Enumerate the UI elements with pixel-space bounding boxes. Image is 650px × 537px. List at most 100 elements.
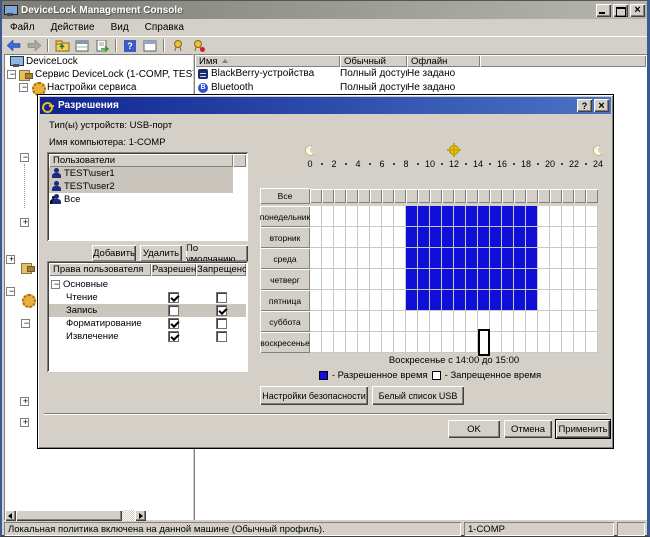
column-select-cell[interactable] (490, 189, 502, 203)
schedule-cell[interactable] (430, 206, 442, 227)
tree-item-devicelock[interactable]: DeviceLock (7, 55, 78, 68)
schedule-cell[interactable] (550, 332, 562, 353)
checkbox-denied[interactable] (216, 292, 227, 303)
collapse-icon[interactable] (51, 280, 60, 289)
schedule-cell[interactable] (442, 206, 454, 227)
schedule-cell[interactable] (550, 290, 562, 311)
schedule-cell[interactable] (358, 269, 370, 290)
schedule-cell[interactable] (418, 311, 430, 332)
column-header-normal[interactable]: Обычный (340, 55, 407, 67)
schedule-cell[interactable] (490, 311, 502, 332)
scroll-left-icon[interactable] (5, 510, 16, 521)
tree-item-service[interactable]: Сервис DeviceLock (1-COMP, TEST\Administ… (7, 68, 193, 81)
schedule-cell[interactable] (382, 332, 394, 353)
schedule-cell[interactable] (394, 269, 406, 290)
schedule-cell[interactable] (406, 248, 418, 269)
scrollbar-thumb[interactable] (16, 510, 122, 521)
schedule-cell[interactable] (550, 248, 562, 269)
schedule-cell[interactable] (370, 332, 382, 353)
tree-expander-icon[interactable] (20, 418, 29, 427)
schedule-cell[interactable] (526, 227, 538, 248)
schedule-cell[interactable] (454, 248, 466, 269)
schedule-cell[interactable] (502, 206, 514, 227)
column-select-cell[interactable] (358, 189, 370, 203)
stamp-icon[interactable] (169, 38, 187, 53)
column-select-cell[interactable] (538, 189, 550, 203)
column-select-cell[interactable] (394, 189, 406, 203)
rights-col-denied[interactable]: Запрещено (196, 263, 246, 276)
dialog-help-button[interactable] (577, 99, 592, 112)
schedule-cell[interactable] (574, 311, 586, 332)
schedule-cell[interactable] (334, 206, 346, 227)
close-button[interactable] (630, 4, 645, 17)
column-select-cell[interactable] (334, 189, 346, 203)
schedule-cell[interactable] (430, 248, 442, 269)
schedule-cell[interactable] (538, 290, 550, 311)
schedule-cell[interactable] (406, 269, 418, 290)
security-settings-button[interactable]: Настройки безопасности (260, 386, 368, 405)
schedule-cell[interactable] (442, 290, 454, 311)
checkbox-denied[interactable] (216, 318, 227, 329)
rights-row-read[interactable]: Чтение (49, 291, 246, 304)
apply-button[interactable]: Применить (556, 420, 610, 438)
rights-col-allowed[interactable]: Разрешено (151, 263, 196, 276)
schedule-cell[interactable] (370, 269, 382, 290)
menu-item-view[interactable]: Вид (103, 20, 137, 35)
schedule-cell[interactable] (502, 311, 514, 332)
schedule-cell[interactable] (562, 248, 574, 269)
day-label-button[interactable]: четверг (260, 269, 310, 290)
schedule-cell[interactable] (346, 269, 358, 290)
schedule-cell[interactable] (538, 332, 550, 353)
device-row[interactable]: BlackBerry-устройства Полный доступ Не з… (195, 67, 480, 80)
schedule-cell[interactable] (382, 248, 394, 269)
schedule-cell[interactable] (466, 248, 478, 269)
user-list-item[interactable]: Все (49, 193, 233, 206)
schedule-cell[interactable] (478, 206, 490, 227)
column-header-offline[interactable]: Офлайн (407, 55, 480, 67)
tree-expander-icon[interactable] (6, 255, 15, 264)
column-select-cell[interactable] (442, 189, 454, 203)
schedule-cell[interactable] (562, 311, 574, 332)
schedule-cell[interactable] (526, 290, 538, 311)
schedule-cell[interactable] (346, 332, 358, 353)
schedule-cell[interactable] (334, 290, 346, 311)
menu-item-file[interactable]: Файл (2, 20, 43, 35)
schedule-cell[interactable] (394, 311, 406, 332)
dialog-titlebar[interactable]: Разрешения (40, 97, 611, 114)
schedule-cell[interactable] (502, 269, 514, 290)
schedule-cell[interactable] (394, 248, 406, 269)
menu-item-help[interactable]: Справка (137, 20, 192, 35)
schedule-cell[interactable] (586, 248, 598, 269)
schedule-cell[interactable] (430, 332, 442, 353)
schedule-cell[interactable] (418, 332, 430, 353)
schedule-cell[interactable] (322, 227, 334, 248)
rights-group-row[interactable]: Основные (49, 278, 246, 291)
schedule-cell[interactable] (358, 206, 370, 227)
schedule-cell[interactable] (466, 311, 478, 332)
checkbox-allowed[interactable] (168, 318, 179, 329)
schedule-cell[interactable] (346, 227, 358, 248)
checkbox-allowed[interactable] (168, 331, 179, 342)
schedule-cell[interactable] (478, 290, 490, 311)
schedule-cell[interactable] (334, 311, 346, 332)
schedule-cell[interactable] (574, 269, 586, 290)
user-list-item[interactable]: TEST\user2 (49, 180, 233, 193)
schedule-cell[interactable] (346, 290, 358, 311)
all-days-button[interactable]: Все (260, 188, 310, 204)
schedule-cell[interactable] (538, 311, 550, 332)
column-select-cell[interactable] (406, 189, 418, 203)
up-folder-icon[interactable] (53, 38, 71, 53)
schedule-cell[interactable] (490, 290, 502, 311)
checkbox-denied[interactable] (216, 331, 227, 342)
column-select-cell[interactable] (382, 189, 394, 203)
day-label-button[interactable]: пятница (260, 290, 310, 311)
schedule-cell[interactable] (514, 290, 526, 311)
schedule-cell[interactable] (346, 311, 358, 332)
schedule-cell[interactable] (322, 206, 334, 227)
column-select-cell[interactable] (430, 189, 442, 203)
schedule-cell[interactable] (406, 227, 418, 248)
schedule-cell[interactable] (574, 206, 586, 227)
ok-button[interactable]: OK (448, 420, 500, 438)
schedule-cell[interactable] (490, 332, 502, 353)
schedule-cell[interactable] (466, 269, 478, 290)
